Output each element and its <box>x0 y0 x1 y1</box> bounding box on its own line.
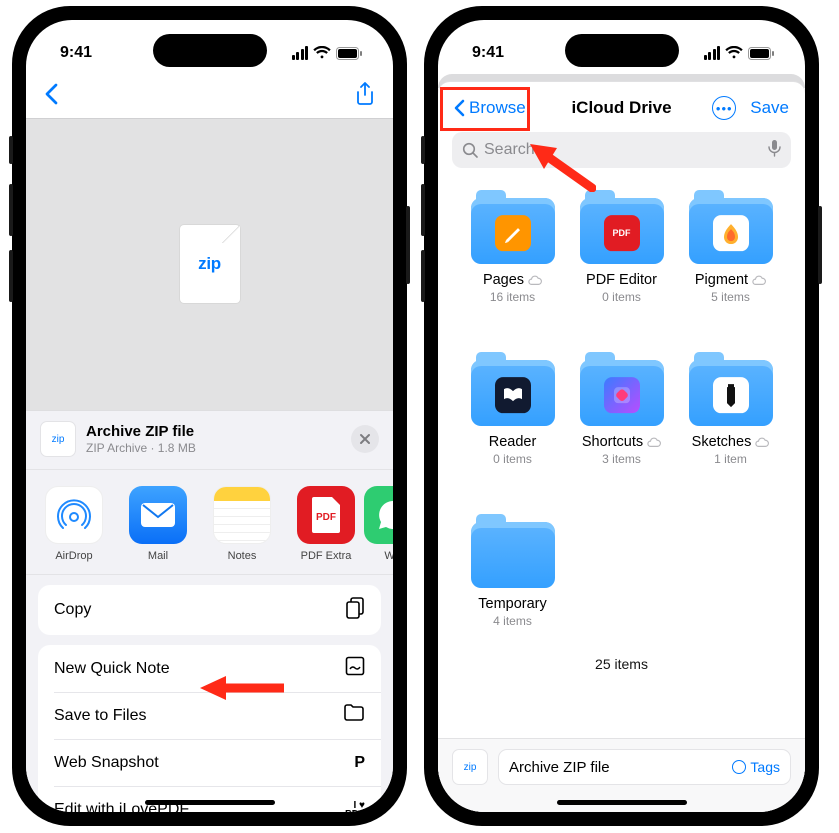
tag-icon <box>732 760 746 774</box>
document-preview: zip <box>26 118 393 410</box>
folder-pdf-editor[interactable]: PDF PDF Editor 0 items <box>567 198 676 304</box>
airdrop-icon <box>45 486 103 544</box>
search-field[interactable]: Search <box>452 132 791 168</box>
whatsapp-icon <box>364 486 393 544</box>
wifi-icon <box>725 46 743 60</box>
pdf-extra-icon: PDF <box>297 486 355 544</box>
search-icon <box>462 142 478 158</box>
folder-shortcuts[interactable]: Shortcuts 3 items <box>567 360 676 466</box>
folder-pigment[interactable]: Pigment 5 items <box>676 198 785 304</box>
ilovepdf-icon: I ♥PDF <box>345 801 365 813</box>
folder-pages[interactable]: Pages 16 items <box>458 198 567 304</box>
action-edit-ilovepdf[interactable]: Edit with iLovePDF I ♥PDF <box>38 786 381 812</box>
nav-bar <box>26 74 393 118</box>
folder-sketches[interactable]: Sketches 1 item <box>676 360 785 466</box>
svg-text:PDF: PDF <box>316 512 336 523</box>
pigment-app-icon <box>713 215 749 251</box>
pdf-editor-app-icon: PDF <box>604 215 640 251</box>
folder-grid: Pages 16 items PDF PDF Editor 0 items Pi… <box>438 168 805 638</box>
tags-button[interactable]: Tags <box>732 759 780 775</box>
battery-icon <box>748 47 775 60</box>
zip-file-icon: zip <box>180 225 240 303</box>
back-button[interactable] <box>44 83 58 110</box>
cloud-icon <box>755 435 769 449</box>
reader-app-icon <box>495 377 531 413</box>
share-mail[interactable]: Mail <box>126 486 190 562</box>
dictate-button[interactable] <box>768 139 781 162</box>
share-notes[interactable]: Notes <box>210 486 274 562</box>
filename-field[interactable]: Archive ZIP file Tags <box>498 749 791 785</box>
phone-left: 9:41 zip zip Ar <box>12 6 407 826</box>
home-indicator[interactable] <box>145 800 275 805</box>
home-indicator[interactable] <box>557 800 687 805</box>
cloud-icon <box>752 273 766 287</box>
annotation-arrow-save-to-files <box>198 674 284 702</box>
battery-icon <box>336 47 363 60</box>
mail-icon <box>129 486 187 544</box>
annotation-arrow-browse <box>526 140 596 192</box>
more-options-button[interactable]: ••• <box>712 96 736 120</box>
status-time: 9:41 <box>60 44 92 62</box>
phone-right: 9:41 Browse iCloud Drive ••• Save <box>424 6 819 826</box>
zip-badge-icon: zip <box>40 421 76 457</box>
pages-app-icon <box>495 215 531 251</box>
copy-icon <box>345 597 365 624</box>
share-app-row: AirDrop Mail Notes P <box>26 470 393 575</box>
share-button[interactable] <box>355 82 375 111</box>
cloud-icon <box>647 435 661 449</box>
cellular-icon <box>290 46 308 60</box>
cellular-icon <box>702 46 720 60</box>
folder-temporary[interactable]: Temporary 4 items <box>458 522 567 628</box>
notes-icon <box>213 486 271 544</box>
browse-back-button[interactable]: Browse <box>454 98 526 118</box>
quick-note-icon <box>345 656 365 681</box>
share-wa[interactable]: WA <box>378 486 393 562</box>
share-airdrop[interactable]: AirDrop <box>42 486 106 562</box>
share-sheet: zip Archive ZIP file ZIP Archive · 1.8 M… <box>26 410 393 812</box>
total-items: 25 items <box>438 656 805 672</box>
close-button[interactable] <box>351 425 379 453</box>
shortcuts-app-icon <box>604 377 640 413</box>
zip-badge-icon: zip <box>452 749 488 785</box>
save-sheet: Browse iCloud Drive ••• Save Search <box>438 82 805 812</box>
folder-reader[interactable]: Reader 0 items <box>458 360 567 466</box>
web-snapshot-icon: P <box>354 754 365 772</box>
share-pdfextra[interactable]: PDF PDF Extra <box>294 486 358 562</box>
folder-icon <box>343 704 365 727</box>
wifi-icon <box>313 46 331 60</box>
sheet-title: Archive ZIP file <box>86 423 196 442</box>
save-button[interactable]: Save <box>750 98 789 118</box>
action-copy[interactable]: Copy <box>38 585 381 635</box>
cloud-icon <box>528 273 542 287</box>
sheet-subtitle: ZIP Archive · 1.8 MB <box>86 441 196 455</box>
action-web-snapshot[interactable]: Web Snapshot P <box>38 739 381 786</box>
sketches-app-icon <box>713 377 749 413</box>
nav-bar: Browse iCloud Drive ••• Save <box>438 82 805 128</box>
status-time: 9:41 <box>472 44 504 62</box>
